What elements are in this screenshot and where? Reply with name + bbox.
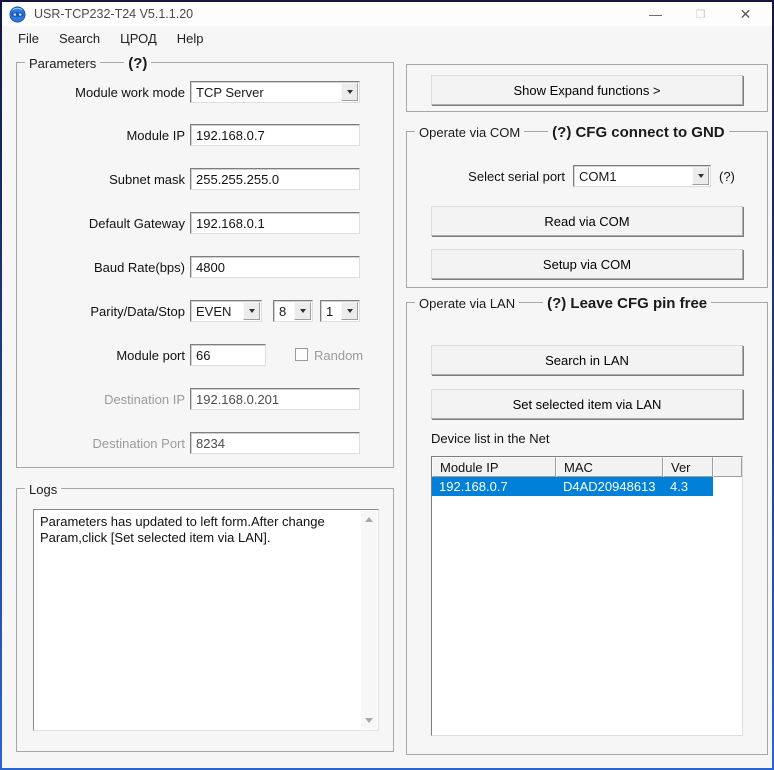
column-header-mac[interactable]: MAC: [556, 457, 663, 477]
lan-hint: (?) Leave CFG pin free: [543, 294, 712, 312]
serial-port-value: COM1: [579, 169, 617, 184]
log-output[interactable]: Parameters has updated to left form.Afte…: [33, 509, 379, 731]
module-ip-label: Module IP: [126, 128, 185, 143]
destination-ip-label: Destination IP: [104, 392, 185, 407]
destination-ip-input: [190, 388, 360, 410]
setup-via-com-button[interactable]: Setup via COM: [431, 249, 743, 279]
column-header-module-ip[interactable]: Module IP: [432, 457, 556, 477]
app-icon: [9, 6, 26, 22]
menu-crod[interactable]: ЦРОД: [110, 28, 167, 49]
serial-port-hint: (?): [719, 169, 735, 184]
log-text: Parameters has updated to left form.Afte…: [40, 514, 325, 545]
show-expand-functions-button[interactable]: Show Expand functions >: [431, 75, 743, 105]
log-scrollbar[interactable]: [361, 511, 377, 729]
parity-value: EVEN: [196, 304, 232, 319]
random-checkbox-label: Random: [314, 348, 364, 363]
destination-port-label: Destination Port: [92, 436, 186, 451]
subnet-mask-label: Subnet mask: [109, 172, 185, 187]
logs-group: Logs Parameters has updated to left form…: [16, 481, 394, 752]
operate-via-lan-group: Operate via LAN (?) Leave CFG pin free S…: [406, 294, 768, 755]
module-port-label: Module port: [116, 348, 185, 363]
menu-bar: File Search ЦРОД Help: [2, 26, 772, 50]
search-in-lan-button[interactable]: Search in LAN: [431, 345, 743, 375]
column-header-filler: [713, 457, 742, 477]
module-ip-input[interactable]: [190, 124, 360, 146]
device-mac: D4AD20948613: [563, 479, 656, 494]
close-button[interactable]: ✕: [723, 2, 768, 26]
parameters-hint: (?): [124, 54, 152, 72]
device-list[interactable]: Module IP MAC Ver 192.168.0.7 D4AD209486…: [431, 456, 743, 736]
maximize-button[interactable]: ❐: [678, 2, 723, 26]
window-controls: — ❐ ✕: [633, 2, 768, 26]
device-row-selected[interactable]: 192.168.0.7 D4AD20948613 4.3: [432, 477, 713, 496]
chevron-down-icon[interactable]: [341, 83, 358, 101]
stop-bits-select[interactable]: 1: [320, 300, 360, 322]
set-selected-item-via-lan-button[interactable]: Set selected item via LAN: [431, 389, 743, 419]
operate-via-com-group: Operate via COM (?) CFG connect to GND S…: [406, 123, 768, 288]
random-checkbox[interactable]: [295, 348, 308, 361]
window-title: USR-TCP232-T24 V5.1.1.20: [34, 7, 194, 21]
chevron-down-icon[interactable]: [341, 302, 358, 320]
destination-port-input: [190, 432, 360, 454]
scroll-down-icon[interactable]: [365, 718, 373, 723]
menu-help[interactable]: Help: [167, 28, 214, 49]
chevron-down-icon[interactable]: [243, 302, 260, 320]
minimize-button[interactable]: —: [633, 2, 678, 26]
lan-group-title: Operate via LAN: [415, 295, 520, 311]
device-module-ip: 192.168.0.7: [439, 479, 508, 494]
stop-bits-value: 1: [326, 304, 334, 319]
parameters-group: Parameters (?) Module work mode TCP Serv…: [16, 54, 394, 468]
window-frame: USR-TCP232-T24 V5.1.1.20 — ❐ ✕ File Sear…: [0, 0, 774, 770]
device-list-label: Device list in the Net: [431, 431, 550, 446]
parameters-group-title: Parameters: [25, 55, 101, 71]
app-window: USR-TCP232-T24 V5.1.1.20 — ❐ ✕ File Sear…: [2, 2, 772, 768]
baud-rate-label: Baud Rate(bps): [93, 260, 185, 275]
device-ver: 4.3: [670, 479, 689, 494]
chevron-down-icon[interactable]: [294, 302, 311, 320]
read-via-com-button[interactable]: Read via COM: [431, 206, 743, 236]
title-bar: USR-TCP232-T24 V5.1.1.20 — ❐ ✕: [2, 2, 772, 26]
data-bits-select[interactable]: 8: [273, 300, 313, 322]
module-port-input[interactable]: [190, 344, 266, 366]
parity-data-stop-label: Parity/Data/Stop: [90, 304, 185, 319]
module-work-mode-select[interactable]: TCP Server: [190, 81, 360, 103]
expand-group: Show Expand functions >: [406, 64, 768, 112]
menu-file[interactable]: File: [8, 28, 49, 49]
default-gateway-input[interactable]: [190, 212, 360, 234]
module-work-mode-label: Module work mode: [75, 85, 185, 100]
chevron-down-icon[interactable]: [692, 167, 709, 185]
parity-select[interactable]: EVEN: [190, 300, 262, 322]
serial-port-label: Select serial port: [468, 169, 565, 184]
com-group-title: Operate via COM: [415, 124, 525, 140]
baud-rate-input[interactable]: [190, 256, 360, 278]
menu-search[interactable]: Search: [49, 28, 110, 49]
default-gateway-label: Default Gateway: [88, 216, 185, 231]
scroll-up-icon[interactable]: [365, 517, 373, 522]
com-hint: (?) CFG connect to GND: [548, 123, 729, 141]
logs-group-title: Logs: [25, 481, 62, 497]
subnet-mask-input[interactable]: [190, 168, 360, 190]
serial-port-select[interactable]: COM1: [573, 165, 711, 187]
module-work-mode-value: TCP Server: [196, 85, 264, 100]
column-header-ver[interactable]: Ver: [663, 457, 713, 477]
device-list-header: Module IP MAC Ver: [432, 457, 742, 477]
data-bits-value: 8: [279, 304, 287, 319]
